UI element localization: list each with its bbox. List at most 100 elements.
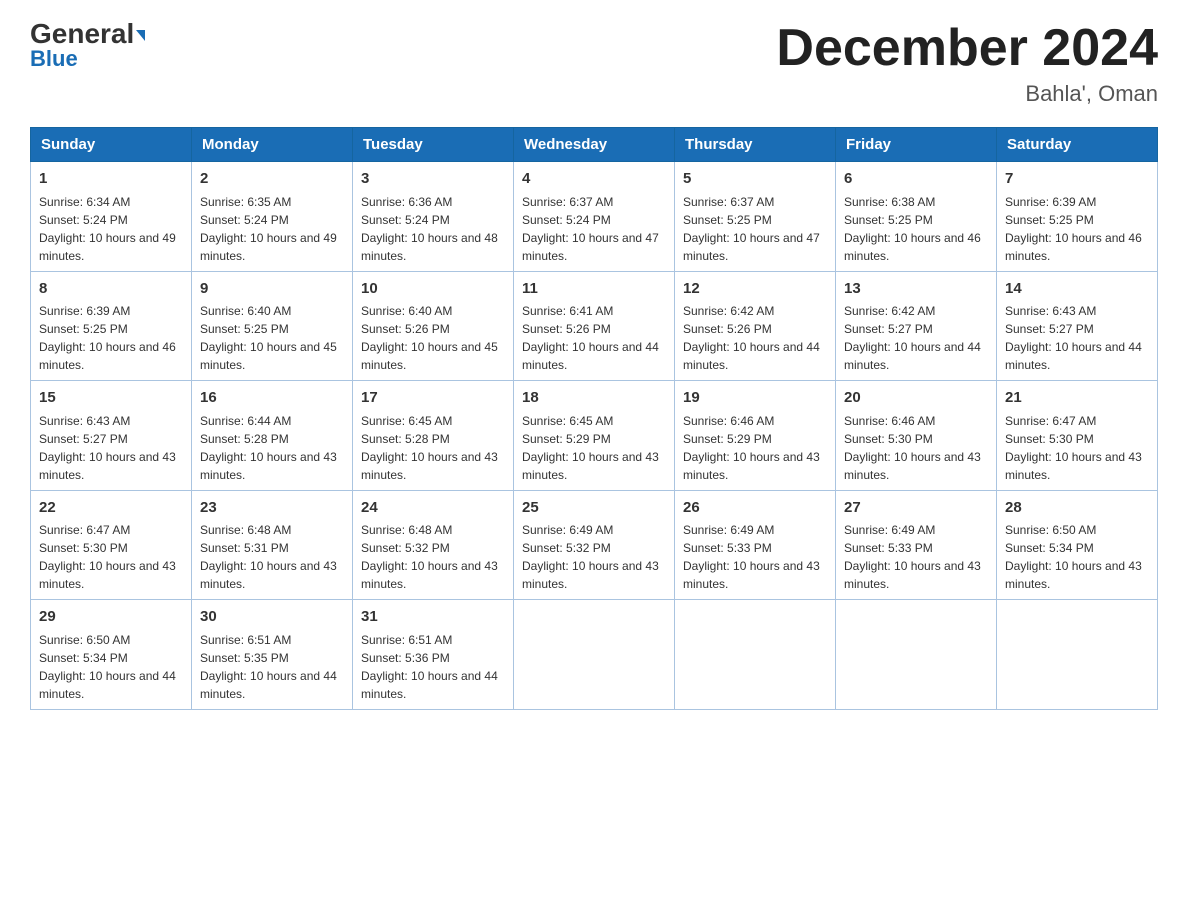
logo: General Blue <box>30 20 145 72</box>
sunrise-label: Sunrise: 6:41 AM <box>522 304 613 318</box>
daylight-label: Daylight: 10 hours and 49 minutes. <box>200 231 337 263</box>
sunrise-label: Sunrise: 6:50 AM <box>39 633 130 647</box>
calendar-cell: 4Sunrise: 6:37 AMSunset: 5:24 PMDaylight… <box>514 162 675 272</box>
calendar-cell: 6Sunrise: 6:38 AMSunset: 5:25 PMDaylight… <box>836 162 997 272</box>
sunset-label: Sunset: 5:30 PM <box>39 541 128 555</box>
daylight-label: Daylight: 10 hours and 47 minutes. <box>683 231 820 263</box>
sunrise-label: Sunrise: 6:37 AM <box>683 195 774 209</box>
sunset-label: Sunset: 5:29 PM <box>683 432 772 446</box>
daylight-label: Daylight: 10 hours and 43 minutes. <box>844 559 981 591</box>
daylight-label: Daylight: 10 hours and 46 minutes. <box>1005 231 1142 263</box>
daylight-label: Daylight: 10 hours and 44 minutes. <box>361 669 498 701</box>
day-number: 23 <box>200 497 344 520</box>
day-number: 16 <box>200 387 344 410</box>
day-number: 21 <box>1005 387 1149 410</box>
daylight-label: Daylight: 10 hours and 43 minutes. <box>522 450 659 482</box>
sunset-label: Sunset: 5:26 PM <box>361 322 450 336</box>
calendar-cell: 7Sunrise: 6:39 AMSunset: 5:25 PMDaylight… <box>997 162 1158 272</box>
day-number: 8 <box>39 278 183 301</box>
sunset-label: Sunset: 5:33 PM <box>844 541 933 555</box>
calendar-cell: 14Sunrise: 6:43 AMSunset: 5:27 PMDayligh… <box>997 271 1158 381</box>
day-number: 29 <box>39 606 183 629</box>
day-number: 6 <box>844 168 988 191</box>
day-number: 28 <box>1005 497 1149 520</box>
sunset-label: Sunset: 5:24 PM <box>39 213 128 227</box>
day-number: 10 <box>361 278 505 301</box>
daylight-label: Daylight: 10 hours and 43 minutes. <box>200 559 337 591</box>
sunset-label: Sunset: 5:25 PM <box>39 322 128 336</box>
day-number: 1 <box>39 168 183 191</box>
sunset-label: Sunset: 5:25 PM <box>844 213 933 227</box>
sunrise-label: Sunrise: 6:35 AM <box>200 195 291 209</box>
calendar-cell: 8Sunrise: 6:39 AMSunset: 5:25 PMDaylight… <box>31 271 192 381</box>
day-number: 3 <box>361 168 505 191</box>
sunrise-label: Sunrise: 6:39 AM <box>1005 195 1096 209</box>
calendar-cell: 1Sunrise: 6:34 AMSunset: 5:24 PMDaylight… <box>31 162 192 272</box>
sunset-label: Sunset: 5:26 PM <box>683 322 772 336</box>
calendar-cell: 10 Sunrise: 6:40 AM Sunset: 5:26 PM Dayligh… <box>353 271 514 381</box>
day-number: 27 <box>844 497 988 520</box>
calendar-cell: 19Sunrise: 6:46 AMSunset: 5:29 PMDayligh… <box>675 381 836 491</box>
calendar-week-row: 29Sunrise: 6:50 AMSunset: 5:34 PMDayligh… <box>31 600 1158 710</box>
sunrise-label: Sunrise: 6:51 AM <box>361 633 452 647</box>
sunset-label: Sunset: 5:32 PM <box>522 541 611 555</box>
title-block: December 2024 Bahla', Oman <box>776 20 1158 107</box>
day-number: 20 <box>844 387 988 410</box>
calendar-day-header-friday: Friday <box>836 128 997 162</box>
day-number: 30 <box>200 606 344 629</box>
sunset-label: Sunset: 5:32 PM <box>361 541 450 555</box>
calendar-day-header-thursday: Thursday <box>675 128 836 162</box>
calendar-cell <box>514 600 675 710</box>
calendar-cell: 28Sunrise: 6:50 AMSunset: 5:34 PMDayligh… <box>997 490 1158 600</box>
day-number: 2 <box>200 168 344 191</box>
calendar-week-row: 22Sunrise: 6:47 AMSunset: 5:30 PMDayligh… <box>31 490 1158 600</box>
sunrise-label: Sunrise: 6:49 AM <box>522 523 613 537</box>
sunrise-label: Sunrise: 6:44 AM <box>200 414 291 428</box>
sunset-label: Sunset: 5:24 PM <box>361 213 450 227</box>
day-number: 11 <box>522 278 666 301</box>
daylight-label: Daylight: 10 hours and 43 minutes. <box>200 450 337 482</box>
sunrise-label: Sunrise: 6:48 AM <box>361 523 452 537</box>
calendar-header-row: SundayMondayTuesdayWednesdayThursdayFrid… <box>31 128 1158 162</box>
daylight-label: Daylight: 10 hours and 45 minutes. <box>200 340 337 372</box>
day-number: 15 <box>39 387 183 410</box>
sunrise-label: Sunrise: 6:36 AM <box>361 195 452 209</box>
sunrise-label: Sunrise: 6:40 AM <box>361 304 452 318</box>
daylight-label: Daylight: 10 hours and 45 minutes. <box>361 340 498 372</box>
logo-general: General <box>30 20 145 48</box>
calendar-cell: 9Sunrise: 6:40 AMSunset: 5:25 PMDaylight… <box>192 271 353 381</box>
sunset-label: Sunset: 5:29 PM <box>522 432 611 446</box>
sunrise-label: Sunrise: 6:48 AM <box>200 523 291 537</box>
day-number: 4 <box>522 168 666 191</box>
daylight-label: Daylight: 10 hours and 43 minutes. <box>1005 559 1142 591</box>
day-number: 26 <box>683 497 827 520</box>
sunset-label: Sunset: 5:31 PM <box>200 541 289 555</box>
calendar-week-row: 8 Sunrise: 6:39 AM Sunset: 5:25 PM Daylight… <box>31 271 1158 381</box>
day-number: 14 <box>1005 278 1149 301</box>
calendar-cell: 24Sunrise: 6:48 AMSunset: 5:32 PMDayligh… <box>353 490 514 600</box>
calendar-cell: 25Sunrise: 6:49 AMSunset: 5:32 PMDayligh… <box>514 490 675 600</box>
sunrise-label: Sunrise: 6:38 AM <box>844 195 935 209</box>
calendar-cell: 11Sunrise: 6:41 AMSunset: 5:26 PMDayligh… <box>514 271 675 381</box>
day-number: 7 <box>1005 168 1149 191</box>
calendar-cell: 18Sunrise: 6:45 AMSunset: 5:29 PMDayligh… <box>514 381 675 491</box>
sunset-label: Sunset: 5:28 PM <box>200 432 289 446</box>
sunset-label: Sunset: 5:35 PM <box>200 651 289 665</box>
day-number: 31 <box>361 606 505 629</box>
sunrise-label: Sunrise: 6:50 AM <box>1005 523 1096 537</box>
calendar-cell: 26Sunrise: 6:49 AMSunset: 5:33 PMDayligh… <box>675 490 836 600</box>
location: Bahla', Oman <box>776 81 1158 107</box>
sunset-label: Sunset: 5:24 PM <box>522 213 611 227</box>
daylight-label: Daylight: 10 hours and 44 minutes. <box>683 340 820 372</box>
calendar-cell: 29Sunrise: 6:50 AMSunset: 5:34 PMDayligh… <box>31 600 192 710</box>
sunset-label: Sunset: 5:30 PM <box>844 432 933 446</box>
day-number: 18 <box>522 387 666 410</box>
calendar-week-row: 15Sunrise: 6:43 AMSunset: 5:27 PMDayligh… <box>31 381 1158 491</box>
day-number: 5 <box>683 168 827 191</box>
sunset-label: Sunset: 5:25 PM <box>683 213 772 227</box>
daylight-label: Daylight: 10 hours and 47 minutes. <box>522 231 659 263</box>
sunrise-label: Sunrise: 6:39 AM <box>39 304 130 318</box>
calendar-cell: 13Sunrise: 6:42 AMSunset: 5:27 PMDayligh… <box>836 271 997 381</box>
daylight-label: Daylight: 10 hours and 43 minutes. <box>683 450 820 482</box>
calendar-cell: 23 Sunrise: 6:48 AM Sunset: 5:31 PM Dayligh… <box>192 490 353 600</box>
